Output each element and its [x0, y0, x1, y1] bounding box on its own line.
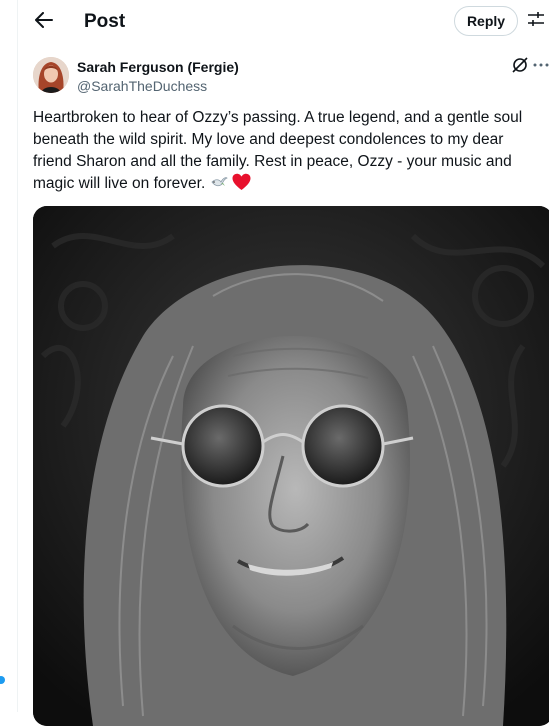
more-icon [533, 60, 549, 77]
post-image[interactable] [33, 206, 549, 726]
post-header: Post Reply [18, 0, 549, 44]
author-name[interactable]: Sarah Ferguson (Fergie) [77, 58, 239, 76]
notification-dot [0, 676, 5, 684]
left-sidebar-edge [0, 0, 18, 712]
author-handle[interactable]: @SarahTheDuchess [77, 77, 207, 95]
settings-button[interactable] [526, 10, 546, 32]
post-text-body: Heartbroken to hear of Ozzy’s passing. A… [33, 109, 523, 192]
page-title: Post [84, 11, 126, 32]
dove-icon [210, 173, 228, 198]
arrow-left-icon [35, 11, 53, 33]
post-text: Heartbroken to hear of Ozzy’s passing. A… [33, 107, 543, 198]
more-options-button[interactable] [533, 57, 549, 77]
red-heart-icon [232, 173, 251, 198]
reply-button[interactable]: Reply [454, 6, 518, 36]
back-button[interactable] [30, 8, 58, 36]
grok-button[interactable] [510, 56, 530, 79]
avatar[interactable] [33, 57, 69, 93]
grok-icon [511, 56, 529, 79]
sliders-icon [527, 10, 545, 33]
